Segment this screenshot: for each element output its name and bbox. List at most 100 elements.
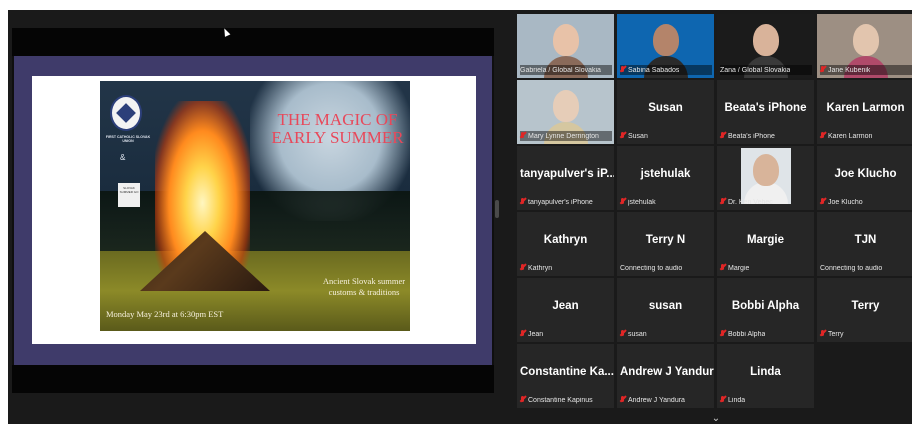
- logo-ampersand: &: [120, 153, 126, 162]
- tile-nameplate: Bobbi Alpha: [720, 329, 812, 339]
- tile-nameplate: Linda: [720, 395, 812, 405]
- participant-tile[interactable]: Constantine Ka... Constantine Kapinus: [517, 344, 614, 408]
- tile-nameplate: Mary Lynne Derrington: [520, 131, 612, 141]
- participant-name: Gabriela / Global Slovakia: [520, 66, 601, 74]
- participant-face: [753, 24, 779, 56]
- video-tile[interactable]: Jane Kubenik: [817, 14, 912, 78]
- participant-tile[interactable]: Margie Margie: [717, 212, 814, 276]
- participant-status: Joe Klucho: [828, 198, 863, 206]
- participant-display-name: Jean: [552, 300, 579, 312]
- share-bottom-bar: [12, 365, 494, 393]
- participant-tile[interactable]: Susan Susan: [617, 80, 714, 144]
- participant-tile[interactable]: Terry N Connecting to audio: [617, 212, 714, 276]
- tile-nameplate: tanyapulver's iPhone: [520, 197, 612, 207]
- participant-status: Margie: [728, 264, 750, 272]
- participant-face: [753, 154, 779, 186]
- tile-nameplate: Beata's iPhone: [720, 131, 812, 141]
- participant-status: Connecting to audio: [620, 264, 683, 272]
- participant-display-name: Susan: [648, 102, 683, 114]
- video-tile[interactable]: Mary Lynne Derrington: [517, 80, 614, 144]
- profile-photo: [741, 148, 791, 204]
- tile-nameplate: Connecting to audio: [620, 263, 712, 273]
- participant-display-name: TJN: [854, 234, 877, 246]
- mic-off-icon: [720, 329, 726, 339]
- participant-tile[interactable]: Kathryn Kathryn: [517, 212, 614, 276]
- tile-nameplate: Margie: [720, 263, 812, 273]
- mic-off-icon: [620, 197, 626, 207]
- event-poster: FIRST CATHOLIC SLOVAK UNION & SLOVAK SUM…: [100, 81, 410, 331]
- participant-tile[interactable]: Karen Larmon Karen Larmon: [817, 80, 912, 144]
- tile-nameplate: Jean: [520, 329, 612, 339]
- participant-name: Sabina Sabados: [628, 66, 680, 74]
- mic-off-icon: [620, 131, 626, 141]
- participant-status: Susan: [628, 132, 648, 140]
- tile-nameplate: Constantine Kapinus: [520, 395, 612, 405]
- poster-subtitle: Ancient Slovak summer customs & traditio…: [322, 276, 406, 298]
- tile-nameplate: Sabina Sabados: [620, 65, 712, 75]
- tile-nameplate: jstehulak: [620, 197, 712, 207]
- meeting-window: FIRST CATHOLIC SLOVAK UNION & SLOVAK SUM…: [8, 10, 912, 424]
- tile-nameplate: Zana / Global Slovakia: [720, 65, 812, 75]
- slide: FIRST CATHOLIC SLOVAK UNION & SLOVAK SUM…: [32, 76, 476, 344]
- participant-face: [553, 24, 579, 56]
- participant-status: Andrew J Yandura: [628, 396, 685, 404]
- participant-tile[interactable]: jstehulak jstehulak: [617, 146, 714, 210]
- video-tile[interactable]: Sabina Sabados: [617, 14, 714, 78]
- tile-nameplate: Jane Kubenik: [820, 65, 912, 75]
- participant-status: Bobbi Alpha: [728, 330, 766, 338]
- video-tile[interactable]: Zana / Global Slovakia: [717, 14, 814, 78]
- participant-display-name: susan: [648, 300, 683, 312]
- tile-nameplate: Gabriela / Global Slovakia: [520, 65, 612, 75]
- participant-name: Mary Lynne Derrington: [528, 132, 599, 140]
- participant-status: Jean: [528, 330, 544, 338]
- participant-face: [553, 90, 579, 122]
- tile-nameplate: susan: [620, 329, 712, 339]
- participant-tile[interactable]: Jean Jean: [517, 278, 614, 342]
- tile-nameplate: Dr. Ken Vehec: [720, 197, 812, 207]
- participant-tile[interactable]: TJN Connecting to audio: [817, 212, 912, 276]
- video-tile[interactable]: Gabriela / Global Slovakia: [517, 14, 614, 78]
- mic-off-icon: [820, 197, 826, 207]
- participant-status: Dr. Ken Vehec: [728, 198, 773, 206]
- poster-title: THE MAGIC OF EARLY SUMMER: [271, 110, 404, 147]
- tile-nameplate: Kathryn: [520, 263, 612, 273]
- poster-date: Monday May 23rd at 6:30pm EST: [106, 309, 224, 319]
- tile-nameplate: Susan: [620, 131, 712, 141]
- partner-badge: SLOVAK SUMMER GO: [118, 183, 140, 207]
- union-logo-text: FIRST CATHOLIC SLOVAK UNION: [105, 135, 151, 144]
- participant-tile[interactable]: Dr. Ken Vehec: [717, 146, 814, 210]
- participant-tile[interactable]: Joe Klucho Joe Klucho: [817, 146, 912, 210]
- tile-nameplate: Connecting to audio: [820, 263, 912, 273]
- participant-tile[interactable]: susan susan: [617, 278, 714, 342]
- mic-off-icon: [620, 395, 626, 405]
- participant-tile[interactable]: Beata's iPhone Beata's iPhone: [717, 80, 814, 144]
- mic-off-icon: [820, 131, 826, 141]
- participant-display-name: Andrew J Yandura: [620, 366, 714, 378]
- participant-face: [853, 24, 879, 56]
- participant-tile[interactable]: Linda Linda: [717, 344, 814, 408]
- participant-display-name: Joe Klucho: [834, 168, 897, 180]
- participant-tile[interactable]: Bobbi Alpha Bobbi Alpha: [717, 278, 814, 342]
- mic-off-icon: [720, 197, 726, 207]
- participant-status: Kathryn: [528, 264, 553, 272]
- mic-off-icon: [720, 131, 726, 141]
- chevron-down-icon[interactable]: ⌄: [704, 412, 728, 424]
- share-top-bar: [12, 28, 494, 56]
- mic-off-icon: [720, 263, 726, 273]
- tile-nameplate: Andrew J Yandura: [620, 395, 712, 405]
- participant-name: Zana / Global Slovakia: [720, 66, 791, 74]
- participant-status: Beata's iPhone: [728, 132, 775, 140]
- participant-status: Karen Larmon: [828, 132, 873, 140]
- participant-tile[interactable]: Terry Terry: [817, 278, 912, 342]
- participant-status: Terry: [828, 330, 844, 338]
- participant-display-name: Linda: [750, 366, 781, 378]
- participant-tile[interactable]: tanyapulver's iP... tanyapulver's iPhone: [517, 146, 614, 210]
- slide-frame: FIRST CATHOLIC SLOVAK UNION & SLOVAK SUM…: [14, 56, 492, 365]
- pane-splitter-handle[interactable]: [495, 200, 499, 218]
- participant-tile[interactable]: Andrew J Yandura Andrew J Yandura: [617, 344, 714, 408]
- participant-display-name: Bobbi Alpha: [731, 300, 800, 312]
- participant-status: Constantine Kapinus: [528, 396, 593, 404]
- participant-status: Connecting to audio: [820, 264, 883, 272]
- shared-screen[interactable]: FIRST CATHOLIC SLOVAK UNION & SLOVAK SUM…: [12, 28, 494, 393]
- mic-off-icon: [520, 197, 526, 207]
